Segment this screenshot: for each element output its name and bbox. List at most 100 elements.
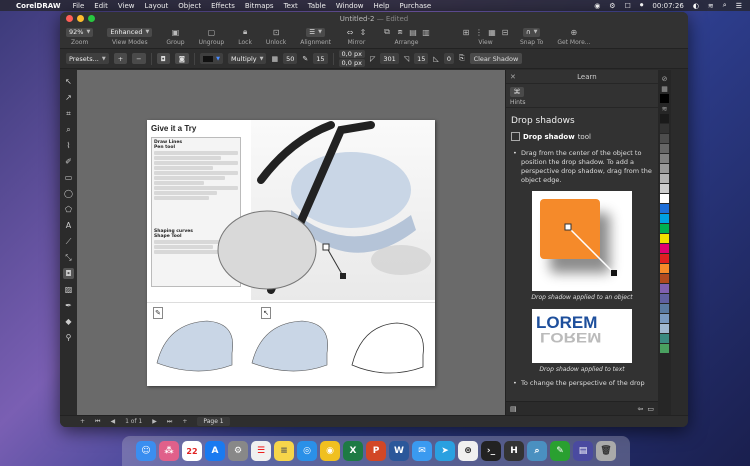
get-more-icon[interactable]: ⊕ bbox=[569, 28, 579, 37]
minimize-button[interactable] bbox=[77, 15, 84, 22]
add-page-icon[interactable]: + bbox=[80, 418, 85, 425]
swatch[interactable] bbox=[660, 344, 669, 353]
word-icon[interactable]: W bbox=[389, 441, 409, 461]
add-preset-button[interactable]: + bbox=[113, 53, 128, 64]
prev-page-icon[interactable]: ◀ bbox=[110, 418, 115, 425]
control-center-icon[interactable]: ☰ bbox=[736, 2, 742, 10]
interactive-fill-tool-icon[interactable]: ◆ bbox=[63, 316, 74, 327]
menu-window[interactable]: Window bbox=[336, 2, 364, 10]
shadow-color-picker[interactable]: ▼ bbox=[200, 53, 223, 64]
view-icon-4[interactable]: ⊟ bbox=[500, 28, 510, 37]
opacity-field[interactable]: 50 bbox=[283, 53, 298, 64]
swatch[interactable] bbox=[660, 304, 669, 313]
swatch[interactable] bbox=[660, 94, 669, 103]
swatch[interactable] bbox=[660, 144, 669, 153]
unlock-icon[interactable]: ⊡ bbox=[271, 28, 281, 37]
no-color-icon[interactable]: ⊘ bbox=[660, 74, 669, 83]
app-store-icon[interactable]: A bbox=[205, 441, 225, 461]
shadow-start-handle[interactable] bbox=[322, 243, 330, 251]
swatch[interactable] bbox=[660, 154, 669, 163]
direction-field[interactable]: 301 bbox=[380, 53, 399, 64]
presets-dropdown[interactable]: Presets... ▼ bbox=[66, 53, 109, 64]
view-icon-3[interactable]: ▦ bbox=[487, 28, 497, 37]
swatch[interactable] bbox=[660, 264, 669, 273]
coreldraw-dock-icon[interactable]: ✎ bbox=[550, 441, 570, 461]
excel-icon[interactable]: X bbox=[343, 441, 363, 461]
reminders-icon[interactable]: ☰ bbox=[251, 441, 271, 461]
swatch[interactable] bbox=[660, 254, 669, 263]
record-icon[interactable]: ⏺ bbox=[640, 1, 644, 10]
transparency-tool-icon[interactable]: ▨ bbox=[63, 284, 74, 295]
powerpoint-icon[interactable]: P bbox=[366, 441, 386, 461]
crop-tool-icon[interactable]: ⌗ bbox=[63, 108, 74, 119]
safari-icon[interactable]: ◎ bbox=[297, 441, 317, 461]
forward-footer-icon[interactable]: ▭ bbox=[647, 405, 654, 413]
offset-y-field[interactable]: 0,0 px bbox=[338, 59, 365, 67]
zoom-dropdown[interactable]: 92% ▼ bbox=[66, 27, 94, 37]
merge-mode-dropdown[interactable]: Multiply ▼ bbox=[227, 53, 267, 64]
forward-icon[interactable]: ▤ bbox=[408, 28, 418, 37]
finder-icon[interactable]: ☺ bbox=[136, 441, 156, 461]
swatch[interactable] bbox=[660, 124, 669, 133]
launchpad-icon[interactable]: ⁂ bbox=[159, 441, 179, 461]
swatch[interactable] bbox=[660, 334, 669, 343]
ellipse-shape[interactable] bbox=[217, 210, 317, 290]
first-page-icon[interactable]: ⏮ bbox=[95, 418, 100, 426]
drawing-canvas[interactable]: Give it a Try Draw Lines Pen tool Shapin… bbox=[77, 70, 505, 415]
swatch[interactable] bbox=[660, 244, 669, 253]
selected-ellipse[interactable] bbox=[217, 210, 347, 290]
stretch-field[interactable]: 15 bbox=[414, 53, 429, 64]
swatch[interactable] bbox=[660, 274, 669, 283]
alignment-dropdown[interactable]: ☰ ▼ bbox=[306, 27, 325, 37]
shadow-end-handle[interactable] bbox=[340, 273, 346, 279]
swatch[interactable] bbox=[660, 324, 669, 333]
clear-shadow-button[interactable]: Clear Shadow bbox=[469, 53, 523, 64]
snap-to-dropdown[interactable]: ∩ ▼ bbox=[522, 27, 541, 37]
menu-edit[interactable]: Edit bbox=[94, 2, 108, 10]
h-app-icon[interactable]: H bbox=[504, 441, 524, 461]
menu-view[interactable]: View bbox=[118, 2, 135, 10]
zoom-tool-icon[interactable]: ⌕ bbox=[63, 124, 74, 135]
drop-shadow-tool-icon[interactable]: ◘ bbox=[63, 268, 74, 279]
inner-shadow-button[interactable]: ◙ bbox=[174, 53, 190, 64]
swatch[interactable] bbox=[660, 164, 669, 173]
status-icon-1[interactable]: ◉ bbox=[594, 2, 600, 10]
artistic-media-tool-icon[interactable]: ✐ bbox=[63, 156, 74, 167]
mail-icon[interactable]: ✉ bbox=[412, 441, 432, 461]
close-icon[interactable]: ✕ bbox=[510, 73, 516, 81]
wifi-icon[interactable]: ≋ bbox=[708, 2, 714, 10]
polygon-tool-icon[interactable]: ⬠ bbox=[63, 204, 74, 215]
mirror-horizontal-icon[interactable]: ⇔ bbox=[345, 28, 355, 37]
swatch[interactable] bbox=[660, 224, 669, 233]
remove-preset-button[interactable]: − bbox=[132, 53, 146, 64]
view-mode-dropdown[interactable]: Enhanced ▼ bbox=[107, 27, 153, 37]
search-icon[interactable]: ⌕ bbox=[723, 1, 727, 10]
shadow-type-button[interactable]: ◘ bbox=[156, 53, 170, 64]
menu-help[interactable]: Help bbox=[373, 2, 389, 10]
fade-field[interactable]: 0 bbox=[443, 53, 454, 64]
menu-object[interactable]: Object bbox=[178, 2, 201, 10]
ellipse-tool-icon[interactable]: ◯ bbox=[63, 188, 74, 199]
swatch[interactable] bbox=[660, 184, 669, 193]
smart-fill-tool-icon[interactable]: ⚲ bbox=[63, 332, 74, 343]
close-button[interactable] bbox=[66, 15, 73, 22]
pick-tool-icon[interactable]: ↖ bbox=[63, 76, 74, 87]
ungroup-icon[interactable]: ▢ bbox=[206, 28, 216, 37]
offset-x-field[interactable]: 0,0 px bbox=[338, 50, 365, 58]
status-icon-3[interactable]: ☐ bbox=[625, 2, 631, 10]
hints-icon[interactable]: ⌘ bbox=[510, 87, 524, 97]
menubar-extra-icon[interactable]: ◐ bbox=[693, 2, 699, 10]
swatch[interactable] bbox=[660, 174, 669, 183]
view-icon-1[interactable]: ⊞ bbox=[461, 28, 471, 37]
terminal-icon[interactable]: ›_ bbox=[481, 441, 501, 461]
page-tab[interactable]: Page 1 bbox=[197, 417, 230, 426]
swatch[interactable] bbox=[660, 234, 669, 243]
system-settings-icon[interactable]: ⚙ bbox=[228, 441, 248, 461]
chatgpt-icon[interactable]: ⊛ bbox=[458, 441, 478, 461]
menu-app-name[interactable]: CorelDRAW bbox=[16, 2, 61, 10]
last-page-icon[interactable]: ⏭ bbox=[167, 418, 172, 426]
group-icon[interactable]: ▣ bbox=[170, 28, 180, 37]
mirror-vertical-icon[interactable]: ⇕ bbox=[358, 28, 368, 37]
rectangle-tool-icon[interactable]: ▭ bbox=[63, 172, 74, 183]
swatch[interactable] bbox=[660, 204, 669, 213]
